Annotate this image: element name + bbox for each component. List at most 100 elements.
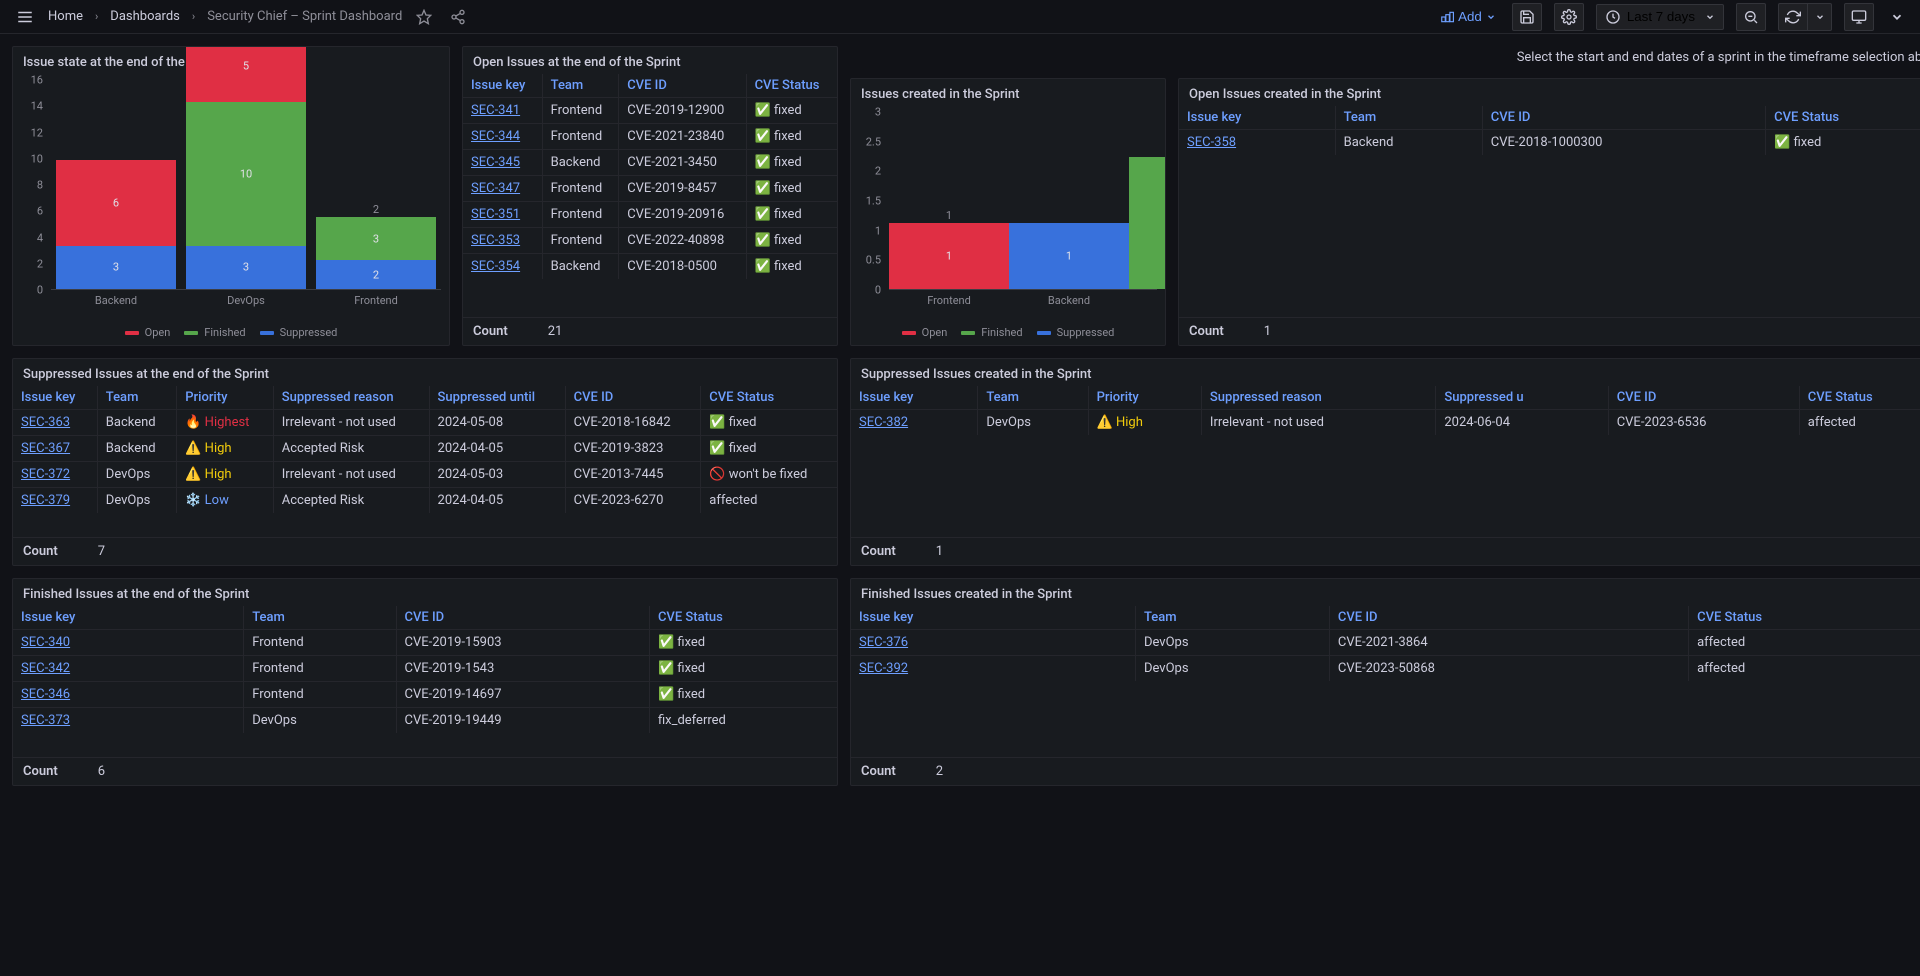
chevron-down-icon[interactable]: [1886, 6, 1908, 28]
issue-link[interactable]: SEC-363: [21, 415, 70, 430]
issue-link[interactable]: SEC-347: [471, 181, 520, 196]
issue-link[interactable]: SEC-358: [1187, 135, 1236, 150]
refresh-dropdown[interactable]: [1808, 3, 1832, 31]
star-icon[interactable]: [412, 5, 436, 29]
issue-link[interactable]: SEC-340: [21, 635, 70, 650]
issue-link[interactable]: SEC-342: [21, 661, 70, 676]
legend-item[interactable]: Open: [902, 326, 948, 339]
issue-link[interactable]: SEC-351: [471, 207, 520, 222]
priority-badge: High: [185, 467, 231, 482]
col-header[interactable]: Team: [978, 386, 1088, 410]
col-header[interactable]: Team: [542, 74, 619, 98]
issue-link[interactable]: SEC-376: [859, 635, 908, 650]
priority-badge: High: [185, 441, 231, 456]
col-header[interactable]: Team: [244, 606, 396, 630]
issue-link[interactable]: SEC-346: [21, 687, 70, 702]
col-header[interactable]: CVE ID: [1482, 106, 1765, 130]
table-row: SEC-367BackendHighAccepted Risk2024-04-0…: [13, 436, 837, 462]
col-header[interactable]: CVE ID: [565, 386, 701, 410]
table-row: SEC-341FrontendCVE-2019-12900fixed: [463, 98, 837, 124]
count-value: 2: [936, 764, 943, 779]
menu-icon[interactable]: [12, 4, 38, 30]
table-row: SEC-346FrontendCVE-2019-14697fixed: [13, 682, 837, 708]
table-row: SEC-351FrontendCVE-2019-20916fixed: [463, 202, 837, 228]
share-icon[interactable]: [446, 5, 470, 29]
col-header[interactable]: Priority: [177, 386, 274, 410]
monitor-icon[interactable]: [1844, 3, 1874, 31]
col-header[interactable]: Suppressed reason: [1201, 386, 1435, 410]
legend-item[interactable]: Finished: [184, 326, 245, 339]
issue-link[interactable]: SEC-373: [21, 713, 70, 728]
status-badge: affected: [701, 488, 837, 514]
panel-suppressed: Suppressed Issues at the end of the Spri…: [12, 358, 838, 566]
col-header[interactable]: Suppressed u: [1436, 386, 1608, 410]
add-button[interactable]: Add: [1436, 5, 1500, 28]
table-row: SEC-363BackendHighestIrrelevant - not us…: [13, 410, 837, 436]
col-header[interactable]: CVE Status: [1689, 606, 1920, 630]
col-header[interactable]: Team: [97, 386, 176, 410]
legend-item[interactable]: Finished: [961, 326, 1022, 339]
issue-link[interactable]: SEC-344: [471, 129, 520, 144]
count-value: 1: [936, 544, 943, 559]
col-header[interactable]: CVE Status: [649, 606, 837, 630]
issue-link[interactable]: SEC-341: [471, 103, 520, 118]
col-header[interactable]: Issue key: [851, 606, 1135, 630]
col-header[interactable]: CVE Status: [1766, 106, 1920, 130]
breadcrumb-home[interactable]: Home: [48, 9, 83, 24]
count-footer: Count1: [851, 537, 1920, 565]
table-row: SEC-345BackendCVE-2021-3450fixed: [463, 150, 837, 176]
time-range-button[interactable]: Last 7 days: [1596, 4, 1724, 30]
time-range-label: Last 7 days: [1627, 9, 1695, 24]
issue-link[interactable]: SEC-345: [471, 155, 520, 170]
issue-link[interactable]: SEC-354: [471, 259, 520, 274]
panel-title: Finished Issues created in the Sprint: [851, 579, 1920, 606]
table-row: SEC-372DevOpsHighIrrelevant - not used20…: [13, 462, 837, 488]
table-row: SEC-376DevOpsCVE-2021-3864affected: [851, 630, 1920, 656]
refresh-icon[interactable]: [1778, 3, 1808, 31]
legend-item[interactable]: Suppressed: [260, 326, 338, 339]
col-header[interactable]: CVE Status: [1799, 386, 1920, 410]
col-header[interactable]: CVE Status: [701, 386, 837, 410]
status-badge: fix_deferred: [649, 708, 837, 734]
issue-link[interactable]: SEC-379: [21, 493, 70, 508]
col-header[interactable]: Suppressed reason: [273, 386, 429, 410]
count-footer: Count6: [13, 757, 837, 785]
col-header[interactable]: Issue key: [851, 386, 978, 410]
gear-icon[interactable]: [1554, 3, 1584, 31]
status-badge: fixed: [755, 155, 802, 170]
col-header[interactable]: Priority: [1088, 386, 1201, 410]
col-header[interactable]: Issue key: [463, 74, 542, 98]
table-row: SEC-358BackendCVE-2018-1000300fixed: [1179, 130, 1920, 156]
status-badge: fixed: [755, 207, 802, 222]
issue-link[interactable]: SEC-353: [471, 233, 520, 248]
col-header[interactable]: Issue key: [13, 606, 244, 630]
legend-item[interactable]: Open: [125, 326, 171, 339]
table-row: SEC-373DevOpsCVE-2019-19449fix_deferred: [13, 708, 837, 734]
col-header[interactable]: Suppressed until: [429, 386, 565, 410]
panel-issue-state: Issue state at the end of the Sprint0246…: [12, 46, 450, 346]
col-header[interactable]: Issue key: [13, 386, 97, 410]
breadcrumb-dashboards[interactable]: Dashboards: [110, 9, 180, 24]
status-badge: affected: [1689, 656, 1920, 682]
col-header[interactable]: CVE ID: [619, 74, 746, 98]
col-header[interactable]: CVE ID: [396, 606, 649, 630]
panel-title: Suppressed Issues created in the Sprint: [851, 359, 1920, 386]
col-header[interactable]: Team: [1135, 606, 1329, 630]
col-header[interactable]: Team: [1335, 106, 1482, 130]
zoom-out-icon[interactable]: [1736, 3, 1766, 31]
priority-badge: Highest: [185, 415, 249, 430]
save-icon[interactable]: [1512, 3, 1542, 31]
col-header[interactable]: CVE ID: [1608, 386, 1799, 410]
issue-link[interactable]: SEC-372: [21, 467, 70, 482]
col-header[interactable]: CVE Status: [746, 74, 837, 98]
status-badge: fixed: [658, 661, 705, 676]
legend-item[interactable]: Suppressed: [1037, 326, 1115, 339]
issue-link[interactable]: SEC-382: [859, 415, 908, 430]
panel-open-issues: Open Issues at the end of the SprintIssu…: [462, 46, 838, 346]
col-header[interactable]: Issue key: [1179, 106, 1335, 130]
issue-link[interactable]: SEC-367: [21, 441, 70, 456]
count-label: Count: [23, 764, 58, 779]
issue-link[interactable]: SEC-392: [859, 661, 908, 676]
col-header[interactable]: CVE ID: [1329, 606, 1688, 630]
status-badge: fixed: [658, 687, 705, 702]
